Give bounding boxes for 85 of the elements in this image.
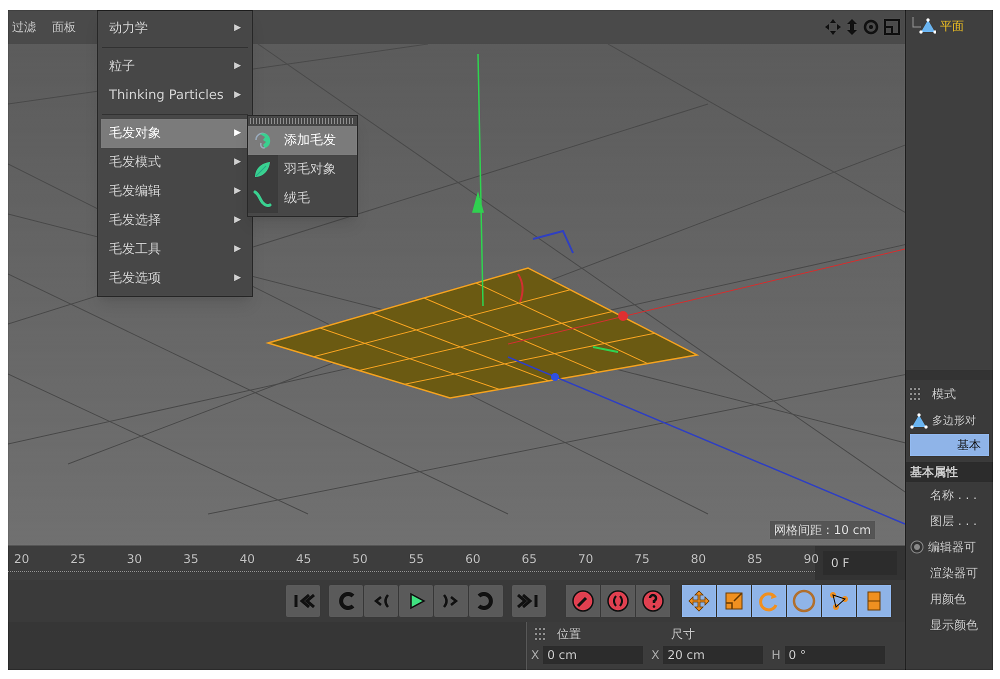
help-key-button[interactable]	[636, 585, 670, 617]
submenu-arrow-icon: ▶	[234, 184, 241, 198]
object-list-item[interactable]: 平面	[940, 17, 964, 35]
field-label: 图层 . . .	[930, 513, 977, 530]
timeline-tick-label: 65	[522, 551, 537, 568]
auto-key-icon	[606, 589, 630, 613]
zoom-view-icon[interactable]	[845, 18, 859, 36]
timeline-tick-label: 30	[126, 551, 142, 568]
viewport-menu-item[interactable]: 过滤	[12, 18, 36, 36]
submenu-item[interactable]: 添加毛发	[248, 126, 357, 155]
menu-item[interactable]: 毛发模式 ▶	[101, 148, 249, 177]
prev-key-button[interactable]	[329, 585, 363, 617]
mode-menu[interactable]: 模式	[932, 385, 956, 403]
timeline-tick-label: 80	[690, 551, 706, 568]
menu-item[interactable]: 粒子 ▶	[101, 52, 249, 81]
field-label: 显示颜色	[930, 617, 978, 634]
submenu-item[interactable]: 羽毛对象	[248, 155, 357, 184]
axis-label: X	[531, 647, 540, 664]
move-icon	[687, 589, 711, 613]
grid-mode-button[interactable]	[857, 585, 891, 617]
timeline-tick-label: 75	[634, 551, 650, 568]
column-header: 位置	[557, 626, 581, 643]
radio-button[interactable]	[910, 540, 924, 554]
menu-item[interactable]: 毛发对象 ▶	[101, 119, 249, 148]
menu-item[interactable]: 毛发工具 ▶	[101, 235, 249, 264]
attribute-tab[interactable]: 基本	[910, 434, 989, 456]
menu-item[interactable]: 动力学 ▶	[101, 14, 249, 43]
axis-label: X	[651, 647, 660, 664]
submenu-arrow-icon: ▶	[234, 126, 241, 140]
object-type-label: 多边形对	[932, 412, 976, 429]
timeline-tick-label: 25	[70, 551, 86, 568]
timeline-tick-label: 35	[183, 551, 198, 568]
menu-item[interactable]: 毛发选择 ▶	[101, 206, 249, 235]
polygon-object-icon	[910, 413, 928, 429]
move-view-icon[interactable]	[824, 18, 842, 36]
first-button[interactable]	[286, 585, 320, 617]
timeline-tick-label: 70	[578, 551, 594, 568]
coordinate-field[interactable]: 20 cm	[663, 646, 764, 664]
last-button[interactable]	[512, 585, 546, 617]
submenu-arrow-icon: ▶	[234, 22, 241, 36]
play-button[interactable]	[399, 585, 433, 617]
coordinate-field[interactable]: 0 cm	[543, 646, 644, 664]
timeline-tick-label: 60	[465, 551, 480, 568]
section-header: 基本属性	[906, 462, 993, 482]
field-label: 用颜色	[930, 591, 966, 608]
move-mode-button[interactable]	[682, 585, 716, 617]
rotate-view-icon[interactable]	[862, 18, 880, 36]
tree-branch-icon	[910, 17, 936, 35]
curve-icon	[252, 188, 274, 210]
timeline-tick-label: 20	[14, 551, 30, 568]
column-header: 尺寸	[671, 626, 695, 643]
maximize-view-icon[interactable]	[883, 18, 901, 36]
field-label: 渲染器可	[930, 565, 978, 582]
submenu-arrow-icon: ▶	[234, 272, 241, 286]
axis-label: H	[771, 647, 780, 664]
submenu-arrow-icon: ▶	[234, 88, 241, 102]
scale-mode-button[interactable]	[717, 585, 751, 617]
timeline-tick-label: 55	[408, 551, 424, 568]
parameter-icon	[792, 589, 816, 613]
field-label: 名称 . . .	[930, 487, 977, 504]
field-label: 编辑器可	[928, 539, 976, 556]
record-key-button[interactable]	[566, 585, 600, 617]
next-key-button[interactable]	[469, 585, 503, 617]
key-icon	[571, 589, 595, 613]
submenu-arrow-icon: ▶	[234, 60, 241, 74]
auto-key-button[interactable]	[601, 585, 635, 617]
grid-spacing-label: 网格间距 : 10 cm	[770, 521, 875, 539]
coordinate-field[interactable]: 0 °	[784, 646, 884, 664]
help-icon	[641, 589, 665, 613]
timeline-tick-label: 45	[296, 551, 312, 568]
menu-item[interactable]: 毛发选项 ▶	[101, 264, 249, 293]
menu-item[interactable]: Thinking Particles ▶	[101, 81, 249, 110]
viewport-menu-item[interactable]: 面板	[52, 18, 76, 36]
tear-off-handle[interactable]	[250, 118, 355, 124]
submenu-arrow-icon: ▶	[234, 214, 241, 228]
timeline-tick-label: 85	[747, 551, 762, 568]
points-icon	[827, 589, 851, 613]
menu-item[interactable]: 毛发编辑 ▶	[101, 177, 249, 206]
timeline-tick-label: 50	[352, 551, 368, 568]
timeline-tick-label: 40	[240, 551, 255, 568]
submenu-item[interactable]: 绒毛	[248, 184, 357, 213]
submenu-arrow-icon: ▶	[234, 156, 241, 170]
point-mode-button[interactable]	[822, 585, 856, 617]
submenu-arrow-icon: ▶	[234, 242, 241, 256]
frame-field[interactable]: 0 F	[823, 551, 897, 575]
